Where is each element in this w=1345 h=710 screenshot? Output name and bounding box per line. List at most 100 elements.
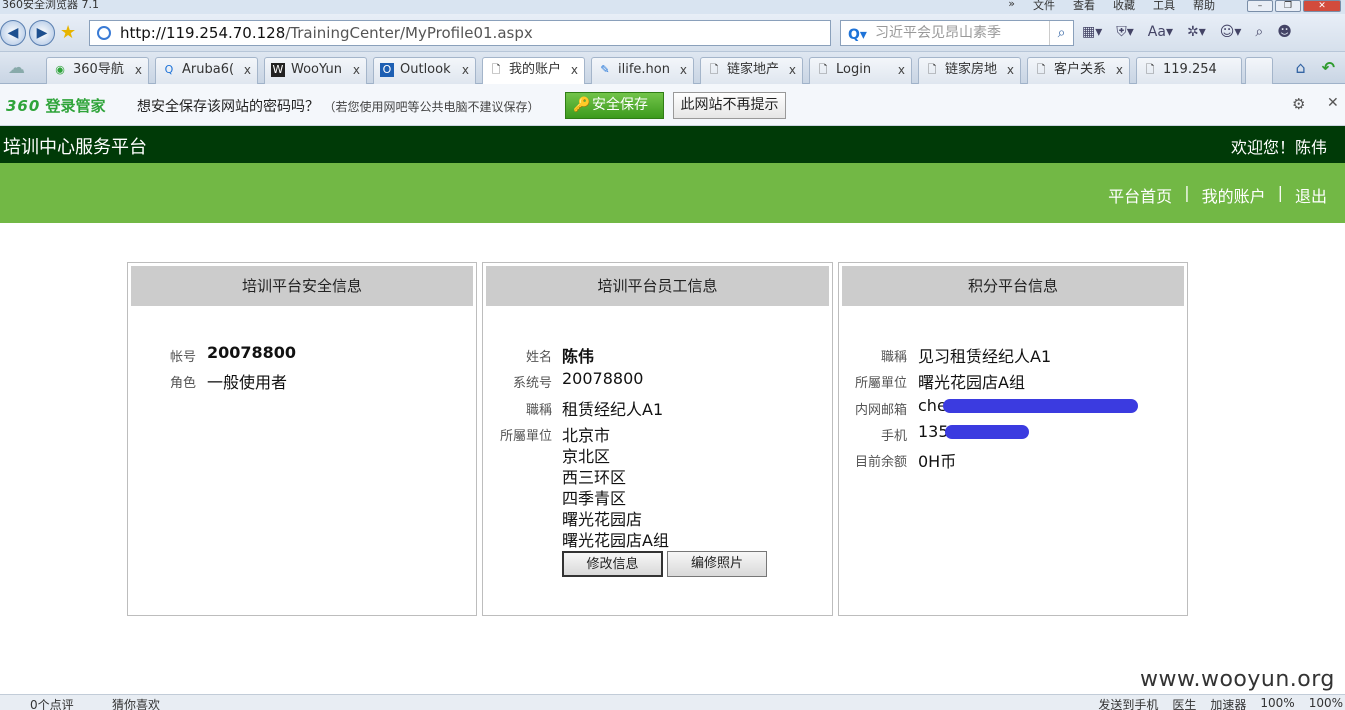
employee-info-panel: 培训平台员工信息 姓名 陈伟 系统号 20078800 職稱 租赁经纪人A1 所… (482, 262, 833, 616)
gear-icon[interactable]: ⚙ (1292, 95, 1305, 113)
save-password-label: 安全保存 (592, 97, 648, 113)
role-label: 角色 (169, 376, 196, 391)
role-value: 一般使用者 (207, 373, 288, 392)
close-tab-icon[interactable]: x (898, 58, 905, 82)
balance-value: 0H币 (918, 452, 957, 471)
search-input[interactable]: Q▾ 习近平会见昂山素季 ⌕ (840, 20, 1074, 46)
close-tab-icon[interactable]: x (462, 58, 469, 82)
close-tab-icon[interactable]: x (244, 58, 251, 82)
close-bar-icon[interactable]: ✕ (1327, 95, 1339, 111)
password-save-bar: 360 登录管家 想安全保存该网站的密码吗？ （若您使用网吧等公共电脑不建议保存… (0, 84, 1345, 126)
save-password-hint: （若您使用网吧等公共电脑不建议保存） (323, 100, 540, 114)
home-icon[interactable]: ⌂ (1295, 58, 1305, 77)
extension-icon[interactable]: ✲▾ (1187, 24, 1206, 40)
tab-ilife[interactable]: ✎ ilife.hon x (591, 57, 694, 84)
window-title: 360安全浏览器 7.1 (2, 0, 99, 11)
redaction-mark (943, 399, 1138, 413)
tab-label: 119.254 (1163, 62, 1217, 77)
tab-outlook[interactable]: O Outlook x (373, 57, 476, 84)
user-avatar-icon[interactable]: ☻ (1277, 24, 1292, 40)
translate-icon[interactable]: Aa▾ (1148, 24, 1173, 40)
menu-favorites[interactable]: 收藏 (1113, 0, 1135, 13)
minimize-button[interactable]: – (1247, 0, 1273, 12)
never-for-site-button[interactable]: 此网站不再提示 (673, 92, 786, 119)
url-path: /TrainingCenter/MyProfile01.aspx (285, 24, 533, 42)
nav-home-link[interactable]: 平台首页 (1108, 183, 1172, 207)
close-tab-icon[interactable]: x (353, 58, 360, 82)
job-title-value: 租赁经纪人A1 (562, 400, 664, 419)
edit-photo-button[interactable]: 编修照片 (667, 551, 767, 577)
guess-you-like[interactable]: 猜你喜欢 (112, 696, 160, 710)
security-info-panel: 培训平台安全信息 帐号 20078800 角色 一般使用者 (127, 262, 477, 616)
site-header: 培训中心服务平台 欢迎您！陈伟 (0, 126, 1345, 163)
close-window-button[interactable]: ✕ (1303, 0, 1341, 12)
favorite-star-icon[interactable]: ★ (60, 22, 76, 43)
panel-heading: 积分平台信息 (842, 266, 1184, 306)
tab-crm[interactable]: 🗋 客户关系 x (1027, 57, 1130, 84)
tab-ip[interactable]: 🗋 119.254 (1136, 57, 1242, 84)
welcome-text: 欢迎您！陈伟 (1230, 138, 1327, 157)
maximize-button[interactable]: ❐ (1275, 0, 1301, 12)
menu-file[interactable]: 文件 (1033, 0, 1055, 13)
tab-label: 客户关系 (1054, 62, 1107, 77)
panel-heading: 培训平台安全信息 (131, 266, 473, 306)
grid-icon[interactable]: ▦▾ (1082, 24, 1102, 40)
points-title-value: 见习租赁经纪人A1 (918, 347, 1052, 366)
forward-button[interactable]: ▶ (29, 20, 55, 46)
menu-tools[interactable]: 工具 (1153, 0, 1175, 13)
undo-close-tab-icon[interactable]: ↶ (1322, 58, 1335, 77)
mobile-label: 手机 (880, 429, 907, 444)
status-bar: 0个点评 猜你喜欢 发送到手机 医生 加速器 100% 100% (0, 694, 1345, 710)
outlook-icon: O (380, 63, 394, 77)
menu-help[interactable]: 帮助 (1193, 0, 1215, 13)
save-password-button[interactable]: 🔑 安全保存 (565, 92, 664, 119)
tab-lianjia-2[interactable]: 🗋 链家房地 x (918, 57, 1021, 84)
shield-icon[interactable]: ⛨▾ (1116, 24, 1134, 40)
comments-count[interactable]: 0个点评 (30, 696, 74, 710)
close-tab-icon[interactable]: x (1116, 58, 1123, 82)
search-placeholder: 习近平会见昂山素季 (875, 25, 1001, 41)
tab-label: ilife.hon (618, 62, 670, 77)
tab-aruba[interactable]: Q Aruba6( x (155, 57, 258, 84)
back-button[interactable]: ◀ (0, 20, 26, 46)
menu-view[interactable]: 查看 (1073, 0, 1095, 13)
login-manager-logo: 360 登录管家 (6, 97, 106, 115)
nav-my-account-link[interactable]: 我的账户 (1202, 183, 1266, 207)
edit-info-button[interactable]: 修改信息 (562, 551, 663, 577)
send-to-phone[interactable]: 发送到手机 (1098, 696, 1158, 710)
system-number-value: 20078800 (562, 369, 644, 388)
name-value: 陈伟 (562, 347, 595, 366)
page-icon: 🗋 (491, 63, 501, 76)
close-tab-icon[interactable]: x (680, 58, 687, 82)
zoom-level[interactable]: 100% (1309, 696, 1343, 710)
tab-wooyun[interactable]: W WooYun x (264, 57, 367, 84)
doctor[interactable]: 医生 (1172, 696, 1196, 710)
tab-login[interactable]: 🗋 Login x (809, 57, 912, 84)
search-icon[interactable]: ⌕ (1049, 21, 1073, 45)
points-unit-value: 曙光花园店A组 (918, 373, 1025, 392)
tab-360-nav[interactable]: ◉ 360导航 x (46, 57, 149, 84)
save-password-question: 想安全保存该网站的密码吗？ （若您使用网吧等公共电脑不建议保存） (137, 99, 540, 115)
accelerator[interactable]: 加速器 (1210, 696, 1246, 710)
gamepad-icon[interactable]: ☺▾ (1220, 24, 1242, 40)
tab-label: Aruba6( (182, 62, 235, 77)
tab-my-account[interactable]: 🗋 我的账户 x (482, 57, 585, 84)
download-percent[interactable]: 100% (1260, 696, 1294, 710)
url-input[interactable]: http://119.254.70.128/TrainingCenter/MyP… (89, 20, 831, 46)
tab-lianjia-1[interactable]: 🗋 链家地产 x (700, 57, 803, 84)
close-tab-icon[interactable]: x (789, 58, 796, 82)
menu-more[interactable]: » (1008, 0, 1015, 13)
zoom-icon[interactable]: ⌕ (1255, 24, 1263, 40)
window-titlebar: 360安全浏览器 7.1 » 文件 查看 收藏 工具 帮助 – ❐ ✕ (0, 0, 1345, 14)
tabbar-right-icons: ⌂ ↶ (1295, 58, 1335, 77)
mobile-value: 135 (918, 422, 949, 441)
cloud-icon[interactable]: ☁ (8, 58, 25, 78)
close-tab-icon[interactable]: x (571, 58, 578, 82)
system-number-label: 系统号 (512, 376, 552, 391)
close-tab-icon[interactable]: x (135, 58, 142, 82)
watermark: www.wooyun.org (1140, 667, 1335, 692)
search-engine-icon[interactable]: Q▾ (848, 23, 867, 45)
new-tab-button[interactable] (1245, 57, 1273, 84)
close-tab-icon[interactable]: x (1007, 58, 1014, 82)
nav-logout-link[interactable]: 退出 (1295, 183, 1327, 207)
